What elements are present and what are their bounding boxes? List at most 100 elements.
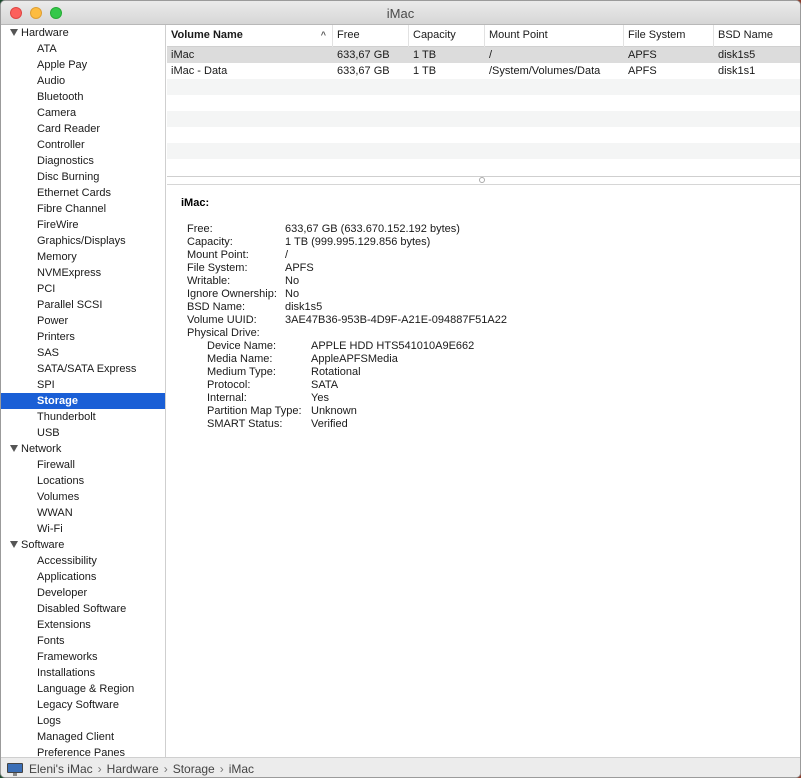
sidebar-section-label: Hardware: [21, 27, 69, 39]
sidebar: Hardware ATA Apple Pay Audio Bluetooth Camera…: [1, 25, 166, 757]
sidebar-item-applications[interactable]: Applications: [1, 569, 165, 585]
table-cell-mount-point: /System/Volumes/Data: [489, 65, 601, 77]
sidebar-item-wwan[interactable]: WWAN: [1, 505, 165, 521]
detail-field-value: /: [285, 249, 289, 261]
table-cell-free: 633,67 GB: [337, 65, 390, 77]
sidebar-item-pci[interactable]: PCI: [1, 281, 165, 297]
sidebar-item-logs[interactable]: Logs: [1, 713, 165, 729]
table-row-empty: [167, 159, 800, 175]
breadcrumb-item-storage[interactable]: Storage: [173, 762, 215, 776]
sidebar-item-card-reader[interactable]: Card Reader: [1, 121, 165, 137]
sidebar-item-thunderbolt[interactable]: Thunderbolt: [1, 409, 165, 425]
sidebar-item-developer[interactable]: Developer: [1, 585, 165, 601]
drive-field: Device Name: APPLE HDD HTS541010A9E662: [181, 340, 787, 353]
column-header-capacity[interactable]: Capacity: [409, 25, 485, 47]
column-header-volume-name[interactable]: Volume Name ^: [167, 25, 333, 47]
drive-field-value: Verified: [311, 418, 348, 430]
sidebar-section-software[interactable]: Software: [1, 537, 165, 553]
breadcrumb-item-eleni-s-imac[interactable]: Eleni's iMac: [29, 762, 93, 776]
drive-field-value: APPLE HDD HTS541010A9E662: [311, 340, 475, 352]
column-header-free[interactable]: Free: [333, 25, 409, 47]
disclosure-triangle-icon[interactable]: [10, 541, 18, 548]
sidebar-item-memory[interactable]: Memory: [1, 249, 165, 265]
sidebar-item-preference-panes[interactable]: Preference Panes: [1, 745, 165, 757]
column-header-bsd-name[interactable]: BSD Name: [714, 25, 800, 47]
sidebar-item-fibre-channel[interactable]: Fibre Channel: [1, 201, 165, 217]
detail-field: Ignore Ownership: No: [181, 288, 787, 301]
sidebar-item-printers[interactable]: Printers: [1, 329, 165, 345]
detail-field-value: 1 TB (999.995.129.856 bytes): [285, 236, 431, 248]
disclosure-triangle-icon[interactable]: [10, 445, 18, 452]
sidebar-item-wi-fi[interactable]: Wi-Fi: [1, 521, 165, 537]
sidebar-item-frameworks[interactable]: Frameworks: [1, 649, 165, 665]
sidebar-item-volumes[interactable]: Volumes: [1, 489, 165, 505]
sidebar-item-language-region[interactable]: Language & Region: [1, 681, 165, 697]
detail-field: Volume UUID: 3AE47B36-953B-4D9F-A21E-0948…: [181, 314, 787, 327]
detail-field-key: Ignore Ownership:: [187, 288, 277, 300]
sidebar-item-ethernet-cards[interactable]: Ethernet Cards: [1, 185, 165, 201]
detail-field-key: Physical Drive:: [187, 327, 260, 339]
sidebar-item-managed-client[interactable]: Managed Client: [1, 729, 165, 745]
detail-field-value: No: [285, 275, 300, 287]
sidebar-item-parallel-scsi[interactable]: Parallel SCSI: [1, 297, 165, 313]
sidebar-item-disc-burning[interactable]: Disc Burning: [1, 169, 165, 185]
column-header-mount-point[interactable]: Mount Point: [485, 25, 624, 47]
column-header-file-system[interactable]: File System: [624, 25, 714, 47]
sidebar-item-controller[interactable]: Controller: [1, 137, 165, 153]
sidebar-item-sata-sata-express[interactable]: SATA/SATA Express: [1, 361, 165, 377]
sidebar-item-usb[interactable]: USB: [1, 425, 165, 441]
sidebar-item-ata[interactable]: ATA: [1, 41, 165, 57]
drive-field-value: SATA: [311, 379, 339, 391]
sidebar-item-legacy-software[interactable]: Legacy Software: [1, 697, 165, 713]
breadcrumb-separator-icon: ›: [163, 761, 168, 776]
table-cell-volume-name: iMac - Data: [171, 65, 228, 77]
drive-field-key: Internal:: [207, 392, 247, 404]
disclosure-triangle-icon[interactable]: [10, 29, 18, 36]
table-row-empty: [167, 111, 800, 127]
sidebar-section-network[interactable]: Network: [1, 441, 165, 457]
sidebar-item-firewire[interactable]: FireWire: [1, 217, 165, 233]
drive-field-key: Media Name:: [207, 353, 273, 365]
title-bar: iMac: [1, 1, 800, 25]
column-header-label: Free: [337, 29, 360, 41]
breadcrumb-item-imac[interactable]: iMac: [229, 762, 254, 776]
sidebar-item-extensions[interactable]: Extensions: [1, 617, 165, 633]
volume-table-header: Volume Name ^ Free Capacity Mount Point File …: [167, 25, 800, 47]
detail-field-key: BSD Name:: [187, 301, 246, 313]
sidebar-item-diagnostics[interactable]: Diagnostics: [1, 153, 165, 169]
sidebar-item-camera[interactable]: Camera: [1, 105, 165, 121]
sidebar-item-bluetooth[interactable]: Bluetooth: [1, 89, 165, 105]
sidebar-item-apple-pay[interactable]: Apple Pay: [1, 57, 165, 73]
drive-field: Protocol: SATA: [181, 379, 787, 392]
sidebar-item-power[interactable]: Power: [1, 313, 165, 329]
detail-field: Physical Drive:: [181, 327, 787, 340]
drive-field: Medium Type: Rotational: [181, 366, 787, 379]
sidebar-section-label: Software: [21, 539, 65, 551]
detail-field: Mount Point: /: [181, 249, 787, 262]
sidebar-item-firewall[interactable]: Firewall: [1, 457, 165, 473]
sidebar-item-installations[interactable]: Installations: [1, 665, 165, 681]
drive-field-value: AppleAPFSMedia: [311, 353, 398, 365]
table-row[interactable]: iMac - Data 633,67 GB 1 TB/System/Volumes/…: [167, 63, 800, 79]
sidebar-item-storage[interactable]: Storage: [1, 393, 165, 409]
splitter-handle-icon[interactable]: [479, 177, 485, 183]
sidebar-item-sas[interactable]: SAS: [1, 345, 165, 361]
sidebar-item-locations[interactable]: Locations: [1, 473, 165, 489]
drive-field-key: Protocol:: [207, 379, 251, 391]
sidebar-item-nvmexpress[interactable]: NVMExpress: [1, 265, 165, 281]
sidebar-item-graphics-displays[interactable]: Graphics/Displays: [1, 233, 165, 249]
detail-field-key: Writable:: [187, 275, 231, 287]
sidebar-item-disabled-software[interactable]: Disabled Software: [1, 601, 165, 617]
sidebar-item-audio[interactable]: Audio: [1, 73, 165, 89]
window-title: iMac: [386, 6, 415, 21]
sidebar-item-fonts[interactable]: Fonts: [1, 633, 165, 649]
column-header-label: File System: [628, 29, 686, 41]
breadcrumb-item-hardware[interactable]: Hardware: [107, 762, 159, 776]
sidebar-section-hardware[interactable]: Hardware: [1, 25, 165, 41]
system-information-window: iMac Hardware ATA Apple Pay Audio Bluetooth C…: [0, 0, 801, 778]
pane-splitter[interactable]: [167, 177, 800, 185]
sidebar-item-accessibility[interactable]: Accessibility: [1, 553, 165, 569]
table-row-empty: [167, 79, 800, 95]
sidebar-item-spi[interactable]: SPI: [1, 377, 165, 393]
table-row[interactable]: iMac 633,67 GB 1 TB / APFS disk1s5: [167, 47, 800, 63]
